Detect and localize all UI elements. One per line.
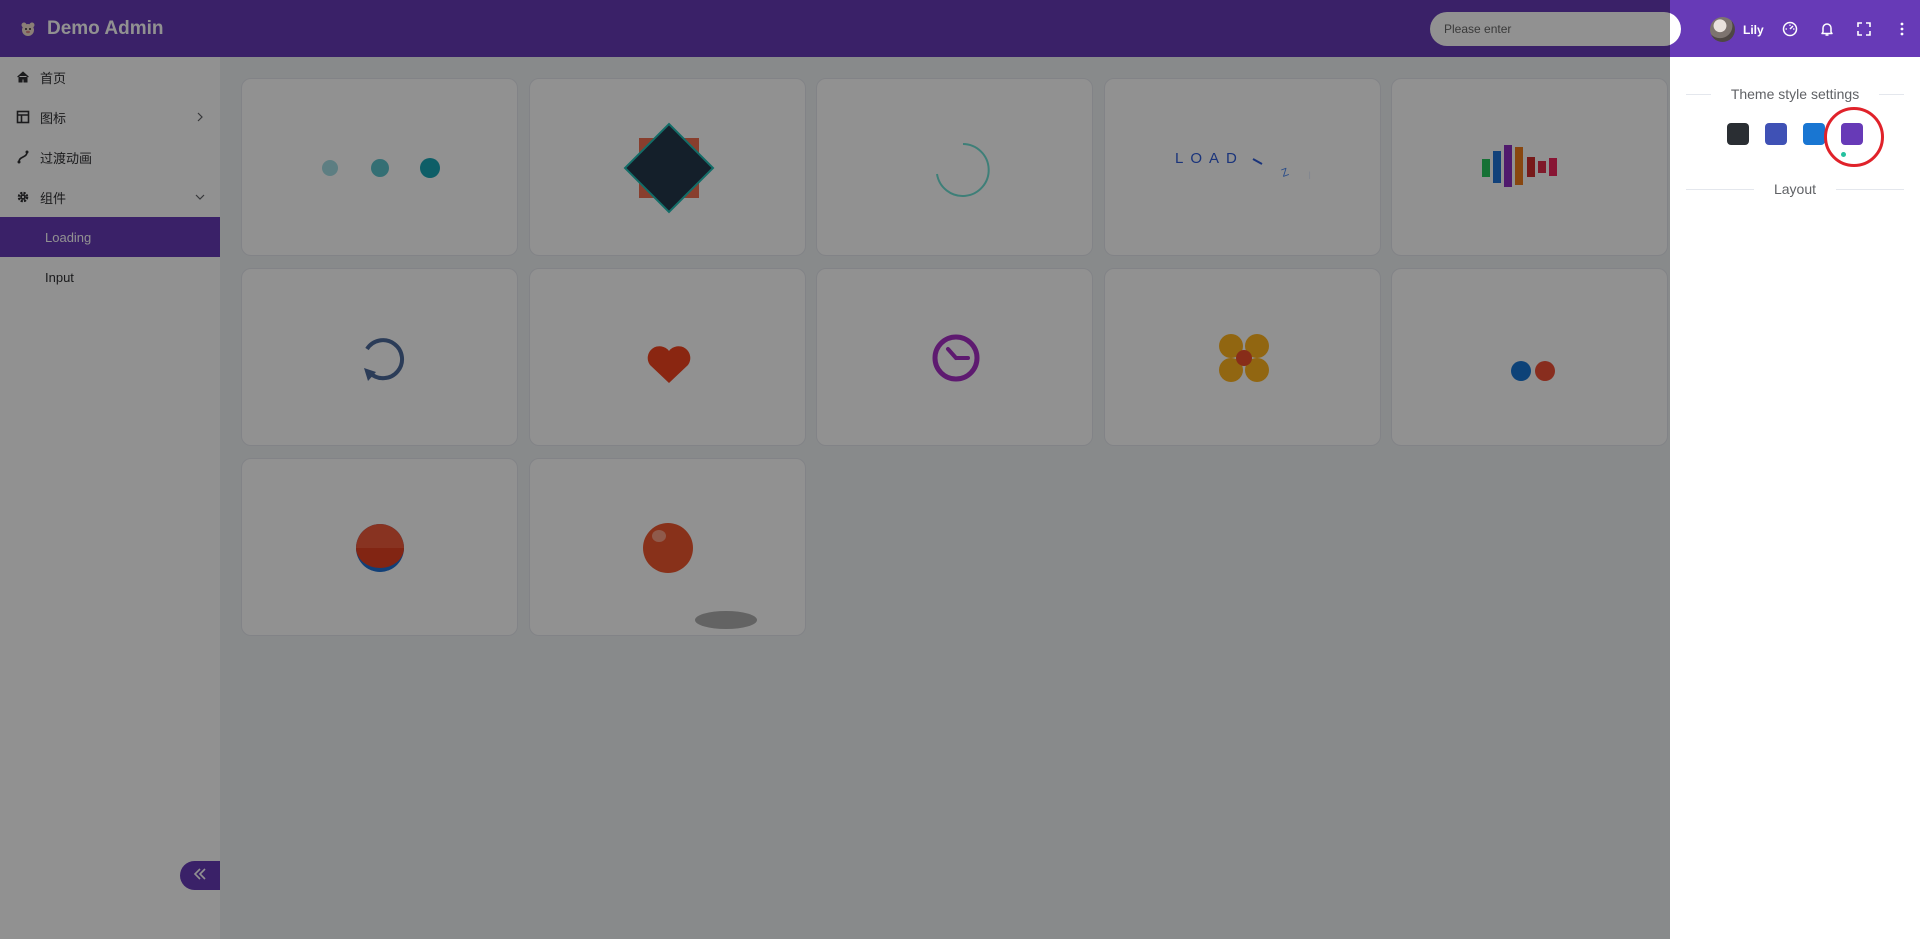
theme-section-divider: Theme style settings	[1686, 86, 1905, 102]
bell-icon[interactable]	[1818, 20, 1836, 38]
settings-drawer: Theme style settings Layout	[1670, 57, 1920, 939]
fullscreen-icon[interactable]	[1855, 20, 1873, 38]
dashboard-icon[interactable]	[1781, 20, 1799, 38]
annotation-circle	[1824, 107, 1884, 167]
layout-section-divider: Layout	[1686, 181, 1905, 197]
theme-swatch-blue[interactable]	[1803, 123, 1825, 145]
drawer-mask-overlay[interactable]	[0, 0, 1670, 939]
layout-section-title: Layout	[1773, 181, 1817, 197]
theme-swatch-dark[interactable]	[1727, 123, 1749, 145]
more-vertical-icon[interactable]	[1893, 20, 1911, 38]
user-menu[interactable]: Lily	[1710, 17, 1764, 42]
user-name: Lily	[1743, 22, 1764, 37]
theme-swatch-indigo[interactable]	[1765, 123, 1787, 145]
avatar	[1710, 17, 1735, 42]
theme-section-title: Theme style settings	[1730, 86, 1860, 102]
